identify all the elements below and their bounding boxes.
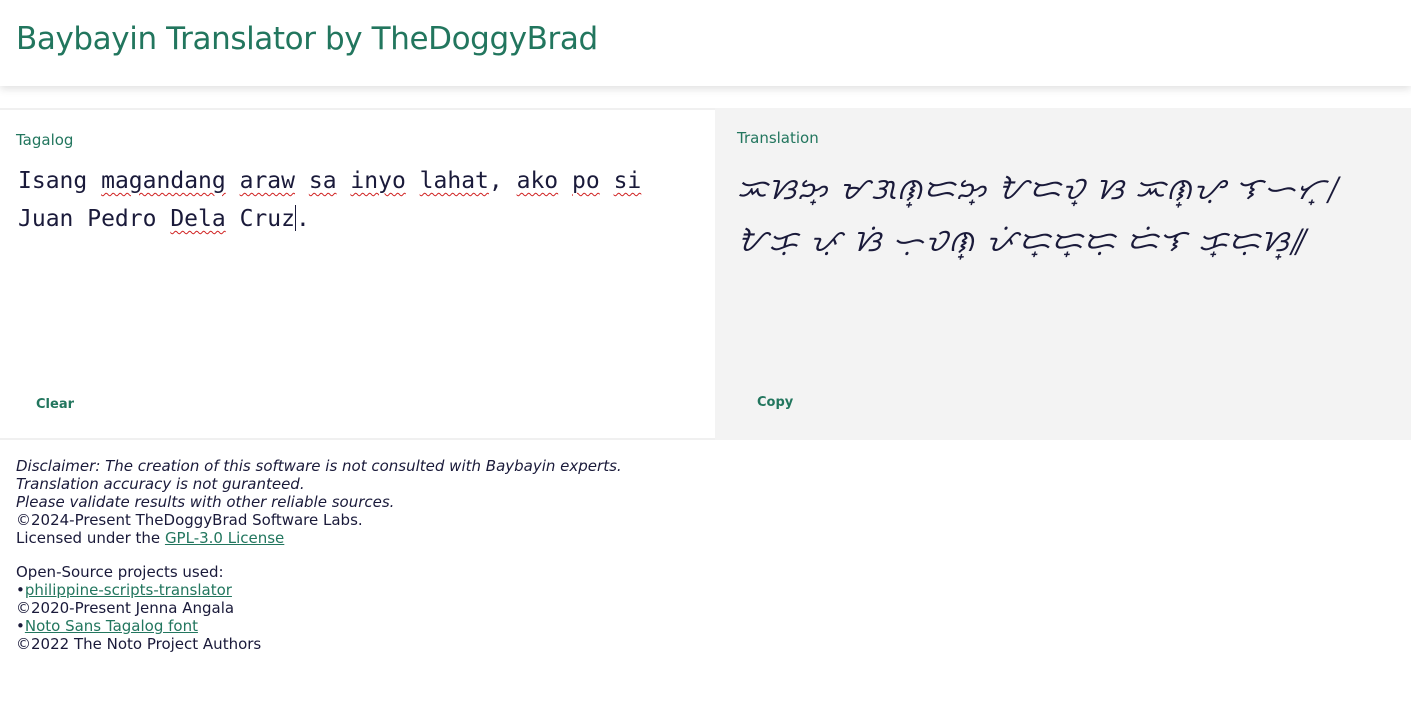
project-1-credit: ©2020-Present Jenna Angala <box>16 599 235 617</box>
license-line: Licensed under the GPL-3.0 License <box>16 529 622 547</box>
text-segment <box>558 168 572 194</box>
project-2-credit: ©2022 The Noto Project Authors <box>16 635 262 653</box>
text-segment: Juan Pedro <box>18 206 171 232</box>
misspelled-word: magandang <box>101 168 226 194</box>
source-text-input[interactable]: Isang magandang araw sa inyo lahat, ako … <box>18 162 678 362</box>
text-segment <box>226 168 240 194</box>
disclaimer-line-1: Disclaimer: The creation of this softwar… <box>16 457 622 475</box>
bullet: • <box>16 581 25 599</box>
misspelled-word: po <box>572 168 600 194</box>
translation-label: Translation <box>737 129 819 147</box>
noto-sans-tagalog-link[interactable]: Noto Sans Tagalog font <box>25 617 198 635</box>
source-language-label: Tagalog <box>16 131 74 149</box>
misspelled-word: lahat <box>419 168 489 194</box>
misspelled-word: sa <box>308 168 337 194</box>
text-segment <box>406 168 420 194</box>
misspelled-word: araw <box>239 168 295 194</box>
page-title: Baybayin Translator by TheDoggyBrad <box>16 21 598 57</box>
text-segment: Cruz <box>225 206 295 232</box>
copyright-notice: ©2024-Present TheDoggyBrad Software Labs… <box>16 511 363 529</box>
translation-panel: Translation ᜁᜐᜅ᜔ ᜋᜄᜈ᜔ᜇᜅ᜔ ᜀᜇᜏ᜔ ᜐ ᜁᜈ᜔ᜌᜓ ᜎᜑ… <box>715 108 1411 440</box>
text-segment: , <box>488 168 517 194</box>
text-segment <box>87 168 101 194</box>
app-header: Baybayin Translator by TheDoggyBrad <box>0 0 1411 86</box>
bullet: • <box>16 617 25 635</box>
philippine-scripts-translator-link[interactable]: philippine-scripts-translator <box>25 581 232 599</box>
license-link[interactable]: GPL-3.0 License <box>165 529 284 547</box>
disclaimer-line-2: Translation accuracy is not guranteed. <box>16 475 305 493</box>
source-panel: Tagalog Isang magandang araw sa inyo lah… <box>0 108 715 440</box>
misspelled-word: Dela <box>170 206 226 232</box>
translator-panels: Tagalog Isang magandang araw sa inyo lah… <box>0 108 1411 440</box>
project-item-1: •philippine-scripts-translator <box>16 581 622 599</box>
text-segment <box>600 168 614 194</box>
misspelled-word: ako <box>516 168 559 194</box>
disclaimer-line-3: Please validate results with other relia… <box>16 493 395 511</box>
text-segment: . <box>295 206 310 232</box>
clear-button[interactable]: Clear <box>36 393 74 416</box>
text-segment <box>337 168 351 194</box>
text-segment <box>295 168 309 194</box>
misspelled-word: inyo <box>350 168 406 194</box>
text-segment: Isang <box>18 168 88 194</box>
footer-spacer <box>16 547 622 563</box>
project-item-2: •Noto Sans Tagalog font <box>16 617 622 635</box>
projects-heading: Open-Source projects used: <box>16 563 224 581</box>
footer: Disclaimer: The creation of this softwar… <box>16 457 622 653</box>
license-prefix: Licensed under the <box>16 529 165 547</box>
misspelled-word: si <box>613 168 642 194</box>
translation-output: ᜁᜐᜅ᜔ ᜋᜄᜈ᜔ᜇᜅ᜔ ᜀᜇᜏ᜔ ᜐ ᜁᜈ᜔ᜌᜓ ᜎᜑᜆ᜔᜵ ᜀᜃᜓ ᜉᜓ ᜐ… <box>737 172 1338 259</box>
copy-button[interactable]: Copy <box>757 391 793 414</box>
